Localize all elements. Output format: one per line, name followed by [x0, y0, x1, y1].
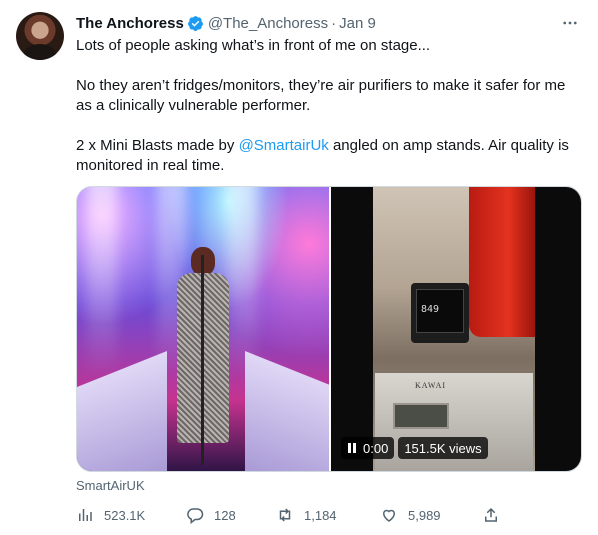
tweet-line-1: Lots of people asking what’s in front of… — [76, 37, 431, 54]
views-count: 523.1K — [104, 507, 146, 523]
retweet-icon — [279, 508, 291, 522]
air-quality-monitor: 849 — [411, 283, 469, 343]
like-button[interactable]: 5,989 — [380, 502, 441, 528]
red-purifier — [469, 187, 535, 337]
mention-link[interactable]: @SmartairUk — [239, 137, 329, 154]
reply-button[interactable]: 128 — [186, 502, 236, 528]
retweet-count: 1,184 — [304, 507, 337, 523]
media-source[interactable]: SmartAirUK — [76, 478, 145, 493]
tweet-line-3-start: 2 x Mini Blasts made by — [76, 137, 239, 154]
stage-photo[interactable] — [77, 187, 329, 471]
avatar[interactable] — [16, 12, 64, 60]
reply-count: 128 — [214, 507, 236, 523]
mic-stand — [201, 255, 204, 465]
tweet-line-3: 2 x Mini Blasts made by @SmartairUk angl… — [76, 136, 582, 176]
tweet-header: The Anchoress @The_Anchoress · Jan 9 — [76, 12, 582, 34]
separator-dot: · — [331, 14, 337, 32]
retweet-button[interactable]: 1,184 — [276, 502, 337, 528]
tweet[interactable]: The Anchoress @The_Anchoress · Jan 9 Lot… — [0, 0, 598, 535]
pause-icon — [347, 443, 357, 453]
reply-icon — [187, 508, 204, 524]
action-bar: 523.1K 128 1,184 5,989 — [70, 502, 510, 528]
piano-brand: KAWAI — [415, 381, 447, 390]
display-name[interactable]: The Anchoress — [76, 15, 184, 32]
share-icon — [485, 507, 497, 522]
share-button[interactable] — [482, 502, 510, 528]
verified-badge-icon — [187, 15, 203, 31]
pause-button[interactable]: 0:00 — [341, 437, 395, 459]
tweet-text: Lots of people asking what’s in front of… — [76, 36, 582, 176]
tweet-date[interactable]: Jan 9 — [339, 15, 376, 32]
heart-icon — [382, 509, 396, 522]
video-views: 151.5K views — [398, 437, 488, 459]
more-options-icon[interactable] — [558, 12, 582, 34]
video-time: 0:00 — [363, 440, 389, 456]
video-controls: 0:00 151.5K views — [341, 437, 488, 459]
analytics-icon — [79, 509, 92, 521]
monitor-reading: 849 — [416, 289, 464, 333]
video-player[interactable]: 849 KAWAI 0:00 151.5K views — [329, 187, 581, 471]
like-count: 5,989 — [408, 507, 441, 523]
views-stat[interactable]: 523.1K — [76, 502, 145, 528]
media-container: 849 KAWAI 0:00 151.5K views — [76, 186, 582, 472]
tweet-line-2: No they aren’t fridges/monitors, they’re… — [76, 77, 566, 114]
handle[interactable]: @The_Anchoress — [208, 15, 328, 32]
